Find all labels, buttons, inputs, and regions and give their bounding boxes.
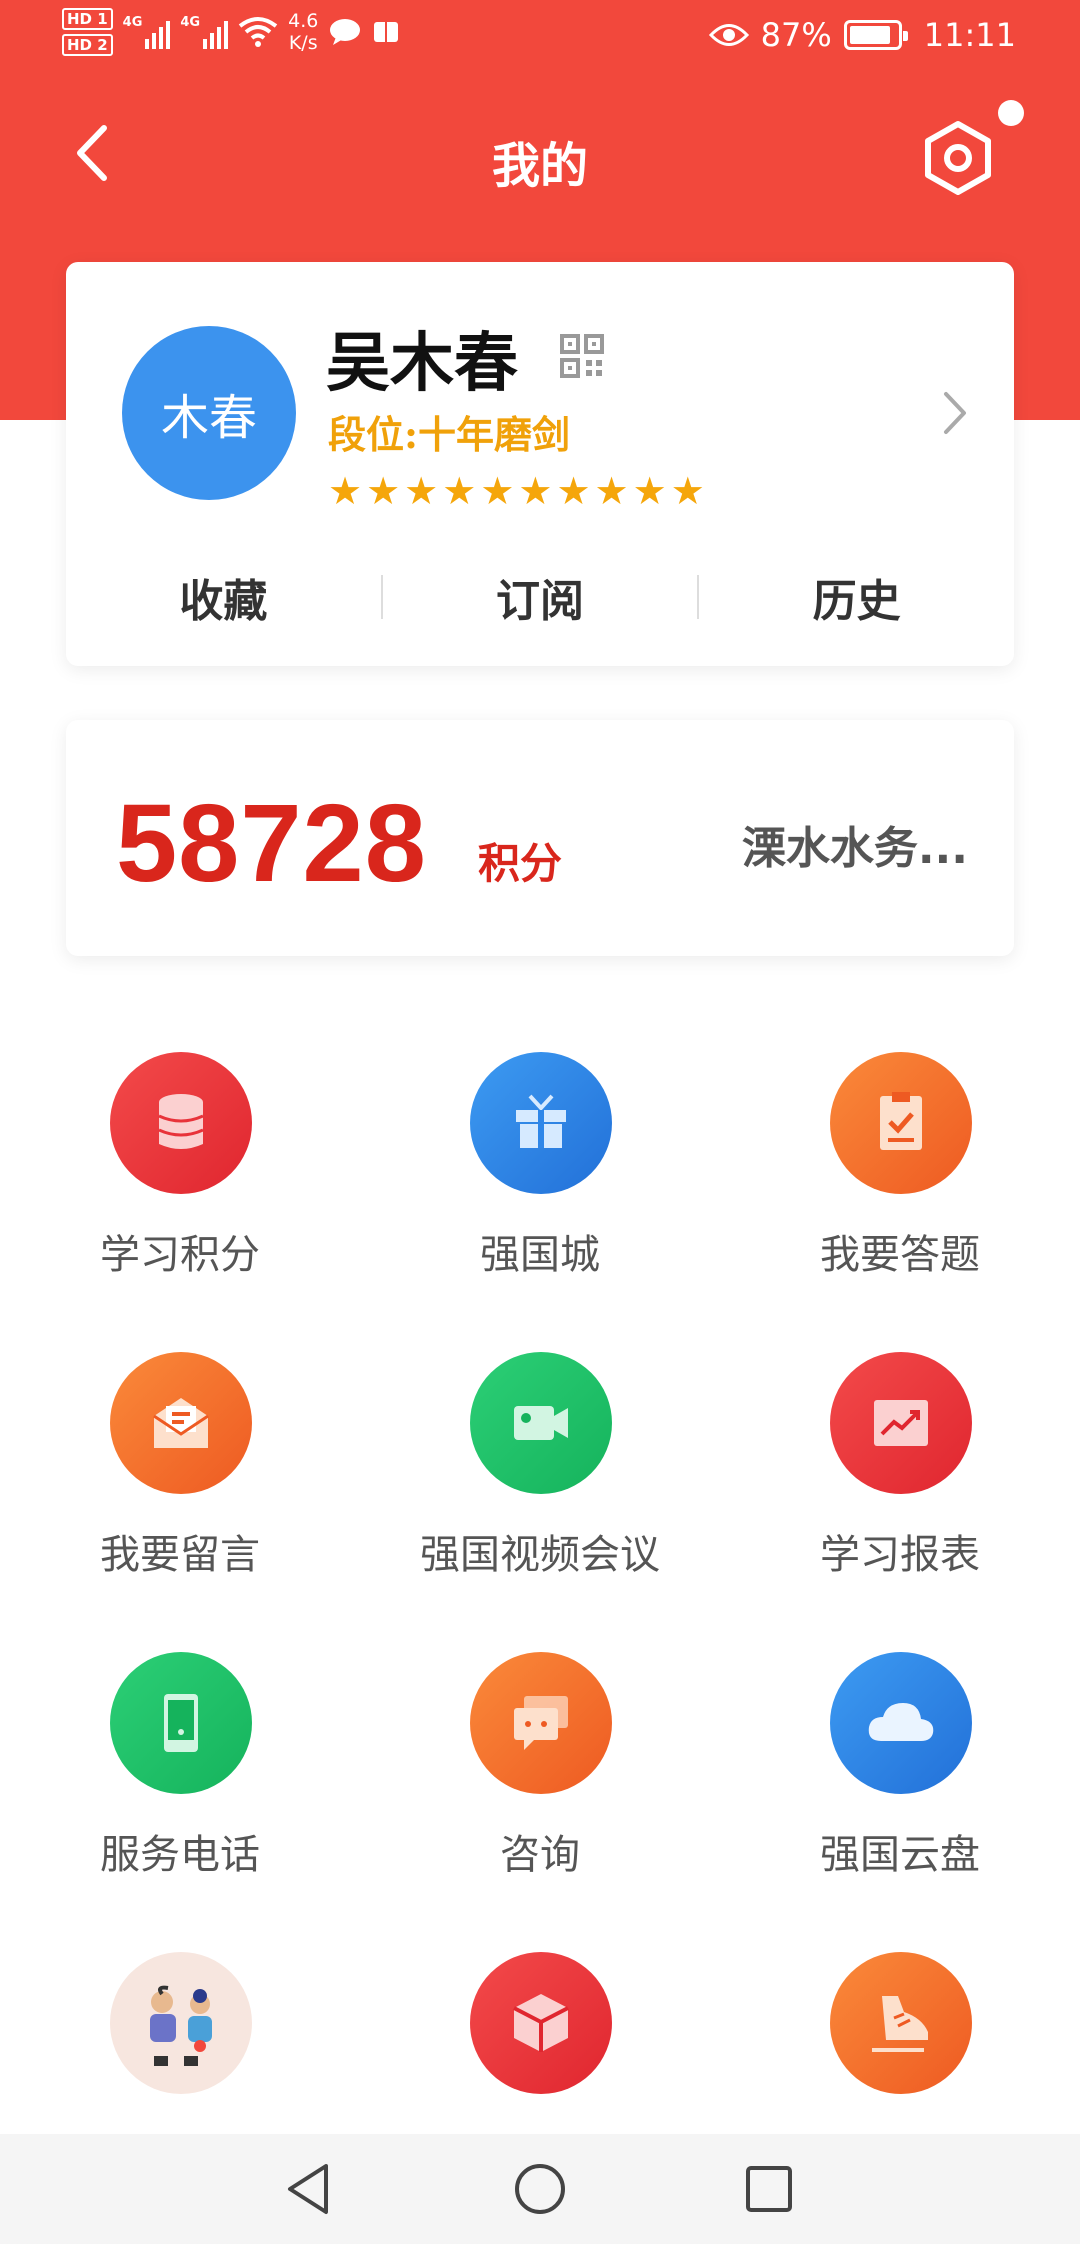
points-value: 58728 (116, 782, 427, 905)
nav-back-icon[interactable] (276, 2156, 342, 2222)
network-speed: 4.6 K/s (288, 10, 318, 54)
grid-label: 服务电话 (100, 1832, 260, 1878)
points-unit: 积分 (478, 839, 563, 888)
profile-links: 收藏 订阅 历史 (66, 552, 1014, 642)
grid-label: 强国云盘 (820, 1832, 980, 1878)
avatar[interactable]: 木春 (122, 326, 296, 500)
star-icon: ★ (328, 469, 363, 513)
family-illustration-icon (110, 1952, 252, 2094)
star-icon: ★ (594, 469, 629, 513)
qr-code-icon[interactable] (560, 334, 604, 378)
status-left: HD 1 HD 2 4G 4G 4.6 K/s (62, 8, 400, 56)
hd1-badge: HD 1 (62, 8, 113, 30)
rank-level: 段位:十年磨剑 (328, 412, 571, 457)
wifi-icon (238, 17, 278, 47)
favorites-link[interactable]: 收藏 (66, 565, 381, 629)
grid-item-mall[interactable]: 强国城 (360, 1052, 720, 1352)
gift-icon (470, 1052, 612, 1194)
status-right: 87% 11:11 (708, 16, 1016, 54)
clock: 11:11 (923, 16, 1016, 54)
grid-label: 我要留言 (100, 1532, 260, 1578)
rank-stars: ★ ★ ★ ★ ★ ★ ★ ★ ★ ★ (328, 472, 705, 510)
subscriptions-link[interactable]: 订阅 (383, 565, 698, 629)
chart-icon (830, 1352, 972, 1494)
star-icon: ★ (480, 469, 515, 513)
phone-icon (110, 1652, 252, 1794)
battery-percent: 87% (760, 16, 832, 54)
hd-indicators: HD 1 HD 2 (62, 8, 113, 56)
network-type-1: 4G (122, 15, 143, 30)
grid-item-video-meeting[interactable]: 强国视频会议 (360, 1352, 720, 1652)
nav-recents-icon[interactable] (736, 2156, 802, 2222)
settings-gear-icon[interactable] (918, 118, 998, 198)
signal-1-icon: 4G (123, 15, 171, 49)
user-name: 吴木春 (326, 326, 518, 401)
speed-unit: K/s (288, 32, 318, 54)
video-camera-icon (470, 1352, 612, 1494)
speed-value: 4.6 (288, 10, 319, 32)
chevron-right-icon[interactable] (936, 388, 972, 438)
grid-label: 学习积分 (100, 1232, 260, 1278)
grid-label: 强国视频会议 (420, 1532, 660, 1578)
mail-icon (110, 1352, 252, 1494)
grid-item-study-points[interactable]: 学习积分 (0, 1052, 360, 1352)
grid-item-study-report[interactable]: 学习报表 (720, 1352, 1080, 1652)
book-icon (374, 22, 399, 42)
star-icon: ★ (632, 469, 667, 513)
grid-item-message[interactable]: 我要留言 (0, 1352, 360, 1652)
sneaker-icon (830, 1952, 972, 2094)
battery-icon (843, 20, 908, 50)
app-header: 我的 (0, 100, 1080, 210)
message-icon (330, 19, 361, 45)
grid-item-consult[interactable]: 咨询 (360, 1652, 720, 1952)
star-icon: ★ (518, 469, 553, 513)
organization-name[interactable]: 溧水水务... (742, 812, 968, 876)
notification-dot (998, 100, 1024, 126)
star-icon: ★ (442, 469, 477, 513)
grid-item-cloud-drive[interactable]: 强国云盘 (720, 1652, 1080, 1952)
grid-label: 强国城 (480, 1232, 600, 1278)
points-card[interactable]: 58728 积分 溧水水务... (66, 720, 1014, 956)
nav-home-icon[interactable] (507, 2156, 573, 2222)
database-icon (110, 1052, 252, 1194)
clipboard-check-icon (830, 1052, 972, 1194)
star-icon: ★ (366, 469, 401, 513)
chat-icon (470, 1652, 612, 1794)
eye-icon (708, 24, 749, 46)
grid-item-service-phone[interactable]: 服务电话 (0, 1652, 360, 1952)
star-icon: ★ (670, 469, 705, 513)
hd2-badge: HD 2 (62, 34, 113, 56)
star-icon: ★ (404, 469, 439, 513)
history-link[interactable]: 历史 (699, 565, 1014, 629)
grid-label: 学习报表 (820, 1532, 980, 1578)
profile-card[interactable]: 木春 吴木春 段位:十年磨剑 ★ ★ ★ ★ ★ ★ ★ ★ ★ ★ 收藏 订阅 历史 (66, 262, 1014, 666)
cloud-icon (830, 1652, 972, 1794)
star-icon: ★ (556, 469, 591, 513)
network-type-2: 4G (180, 15, 201, 30)
grid-label: 我要答题 (820, 1232, 980, 1278)
grid-item-quiz[interactable]: 我要答题 (720, 1052, 1080, 1352)
cube-icon (470, 1952, 612, 2094)
status-bar: HD 1 HD 2 4G 4G 4.6 K/s 87% 11:11 (0, 0, 1080, 76)
system-nav-bar (0, 2134, 1080, 2244)
grid-label: 咨询 (500, 1832, 580, 1878)
signal-2-icon: 4G (180, 15, 229, 49)
